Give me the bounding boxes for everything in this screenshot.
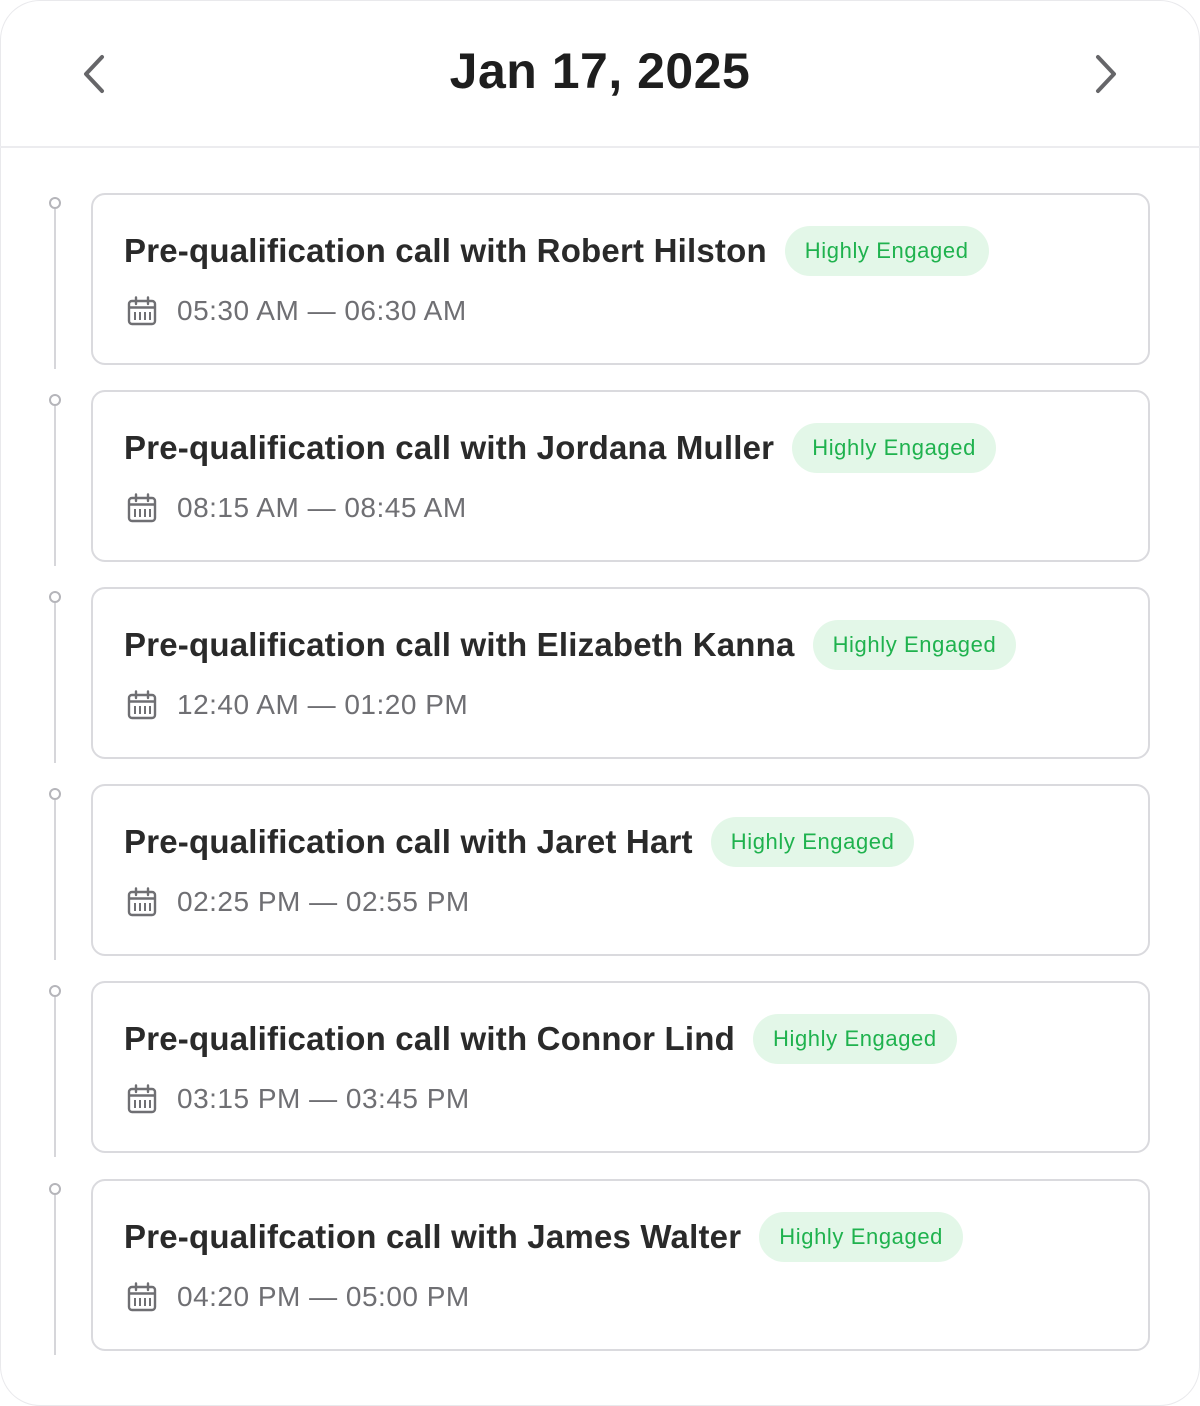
timeline-dot <box>49 788 61 800</box>
current-date: Jan 17, 2025 <box>449 43 751 99</box>
event-card[interactable]: Pre-qualifcation call with James Walter … <box>91 1179 1150 1351</box>
engagement-badge: Highly Engaged <box>710 817 915 867</box>
event-item: Pre-qualification call with Elizabeth Ka… <box>0 587 1200 763</box>
event-title: Pre-qualification call with Robert Hilst… <box>124 232 767 269</box>
event-card[interactable]: Pre-qualification call with Connor Lind … <box>91 981 1150 1153</box>
next-day-button[interactable] <box>1077 46 1133 102</box>
event-card[interactable]: Pre-qualification call with Robert Hilst… <box>91 193 1150 365</box>
event-item: Pre-qualification call with Jaret Hart H… <box>0 784 1200 960</box>
event-item: Pre-qualifcation call with James Walter … <box>0 1179 1200 1355</box>
event-time: 05:30 AM — 06:30 AM <box>177 295 467 326</box>
event-title: Pre-qualification call with Jordana Mull… <box>124 429 775 466</box>
timeline-line <box>54 209 56 369</box>
event-title: Pre-qualification call with Connor Lind <box>124 1020 735 1057</box>
engagement-badge: Highly Engaged <box>784 226 989 276</box>
event-item: Pre-qualification call with Robert Hilst… <box>0 193 1200 369</box>
timeline-line <box>54 603 56 763</box>
calendar-icon <box>127 1084 157 1114</box>
timeline-dot <box>49 1183 61 1195</box>
schedule-panel: Jan 17, 2025 Pre-qualification call with… <box>0 0 1200 1406</box>
event-time: 02:25 PM — 02:55 PM <box>177 886 470 917</box>
calendar-icon <box>127 296 157 326</box>
timeline-dot <box>49 197 61 209</box>
engagement-badge: Highly Engaged <box>812 620 1017 670</box>
timeline-line <box>54 406 56 566</box>
timeline-dot <box>49 394 61 406</box>
engagement-badge: Highly Engaged <box>759 1212 963 1262</box>
event-item: Pre-qualification call with Jordana Mull… <box>0 390 1200 566</box>
event-title: Pre-qualification call with Elizabeth Ka… <box>124 626 795 663</box>
calendar-icon <box>127 493 157 523</box>
event-time: 08:15 AM — 08:45 AM <box>177 492 467 523</box>
timeline-dot <box>49 591 61 603</box>
event-card[interactable]: Pre-qualification call with Jordana Mull… <box>91 390 1150 562</box>
calendar-icon <box>127 690 157 720</box>
event-time: 03:15 PM — 03:45 PM <box>177 1083 470 1114</box>
timeline-dot <box>49 985 61 997</box>
date-header: Jan 17, 2025 <box>0 0 1200 148</box>
timeline-line <box>54 997 56 1157</box>
event-card[interactable]: Pre-qualification call with Jaret Hart H… <box>91 784 1150 956</box>
event-time: 12:40 AM — 01:20 PM <box>177 689 469 720</box>
event-title: Pre-qualifcation call with James Walter <box>124 1218 742 1255</box>
event-title: Pre-qualification call with Jaret Hart <box>124 823 693 860</box>
event-card[interactable]: Pre-qualification call with Elizabeth Ka… <box>91 587 1150 759</box>
event-time: 04:20 PM — 05:00 PM <box>177 1281 470 1312</box>
engagement-badge: Highly Engaged <box>753 1014 957 1064</box>
engagement-badge: Highly Engaged <box>792 423 996 473</box>
calendar-icon <box>127 887 157 917</box>
calendar-icon <box>127 1282 157 1312</box>
event-item: Pre-qualification call with Connor Lind … <box>0 981 1200 1157</box>
timeline-line <box>54 800 56 960</box>
timeline-line <box>54 1195 56 1355</box>
chevron-right-icon <box>1096 55 1116 93</box>
